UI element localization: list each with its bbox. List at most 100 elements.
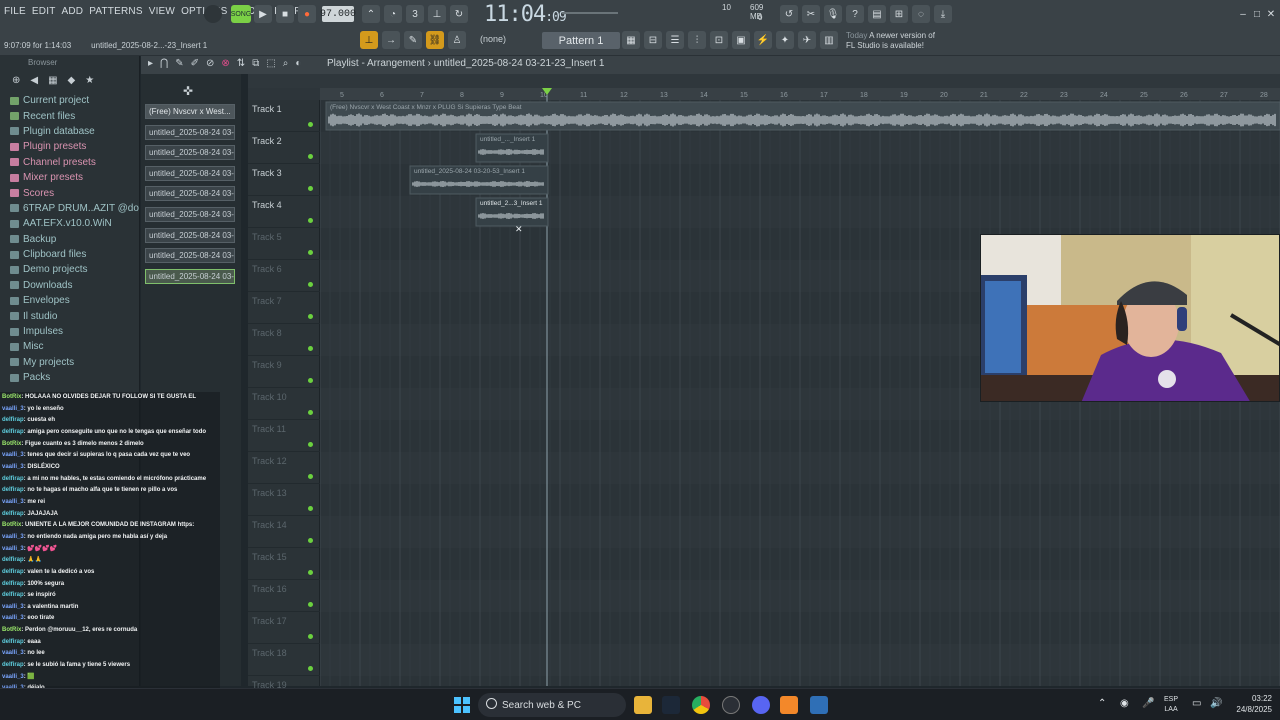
- step-edit-icon[interactable]: ⊥: [428, 5, 446, 23]
- browser-folder[interactable]: My projects: [10, 355, 139, 370]
- track-enable-led[interactable]: [308, 250, 313, 255]
- picker-clip[interactable]: untitled_2025-08-24 03-...: [145, 227, 235, 243]
- picker-clip[interactable]: untitled_2025-08-24 03-...: [145, 145, 235, 161]
- track-header[interactable]: Track 1: [248, 100, 320, 132]
- track-enable-led[interactable]: [308, 410, 313, 415]
- pattern-selector[interactable]: Pattern 1: [542, 32, 620, 49]
- collapse-icon[interactable]: ◀: [30, 75, 38, 86]
- picker-clip[interactable]: untitled_2025-08-24 03-...: [145, 268, 235, 284]
- track-header[interactable]: Track 12: [248, 452, 320, 484]
- pitch-slider[interactable]: [562, 12, 618, 14]
- chrome-icon[interactable]: [692, 696, 710, 714]
- tools-icon[interactable]: ✦: [776, 31, 794, 49]
- zoom-icon[interactable]: ⌕: [283, 58, 289, 69]
- track-enable-led[interactable]: [308, 474, 313, 479]
- taskbar-clock[interactable]: 03:22 24/8/2025: [1236, 693, 1272, 715]
- track-enable-led[interactable]: [308, 186, 313, 191]
- tempo-tapper-icon[interactable]: ✈: [798, 31, 816, 49]
- track-header[interactable]: Track 8: [248, 324, 320, 356]
- track-header[interactable]: Track 11: [248, 420, 320, 452]
- track-header[interactable]: Track 18: [248, 644, 320, 676]
- news-icon[interactable]: ▥: [820, 31, 838, 49]
- menu-add[interactable]: ADD: [62, 6, 84, 17]
- loop-record-icon[interactable]: ↻: [450, 5, 468, 23]
- browser-folder[interactable]: Packs: [10, 370, 139, 385]
- plugin-icon[interactable]: ▣: [732, 31, 750, 49]
- track-header[interactable]: Track 13: [248, 484, 320, 516]
- track-enable-led[interactable]: [308, 506, 313, 511]
- microphone-icon[interactable]: 🎙: [824, 5, 842, 23]
- picker-clip[interactable]: (Free) Nvscvr x West...: [145, 104, 235, 119]
- browser-folder[interactable]: Misc: [10, 339, 139, 354]
- browser-folder[interactable]: Current project: [10, 93, 139, 108]
- view-icon[interactable]: ▦: [48, 75, 57, 86]
- menu-file[interactable]: FILE: [4, 6, 26, 17]
- track-header[interactable]: Track 7: [248, 292, 320, 324]
- browser-icon[interactable]: ⊡: [710, 31, 728, 49]
- volume-icon[interactable]: 🔊: [1210, 698, 1222, 709]
- track-enable-led[interactable]: [308, 122, 313, 127]
- playlist-overview[interactable]: [248, 74, 1280, 88]
- picker-clip[interactable]: untitled_2025-08-24 03-...: [145, 165, 235, 181]
- browser-folder[interactable]: Il studio: [10, 308, 139, 323]
- news-panel[interactable]: Today A newer version of FL Studio is av…: [846, 31, 935, 51]
- magnet-icon[interactable]: ⋂: [160, 58, 168, 69]
- audio-clip[interactable]: (Free) Nvscvr x West Coast x Mnzr x PLUG…: [325, 101, 1280, 131]
- track-header[interactable]: Track 16: [248, 580, 320, 612]
- arrow-right-icon[interactable]: →: [382, 31, 400, 49]
- mixer-icon[interactable]: ⫶: [688, 31, 706, 49]
- metronome-icon[interactable]: ⌃: [362, 5, 380, 23]
- browser-folder[interactable]: Scores: [10, 185, 139, 200]
- browser-folder[interactable]: Plugin database: [10, 124, 139, 139]
- select-icon[interactable]: ⬚: [266, 58, 275, 69]
- track-header[interactable]: Track 17: [248, 612, 320, 644]
- stamp-icon[interactable]: ♙: [448, 31, 466, 49]
- song-mode-toggle[interactable]: SONG: [231, 5, 251, 23]
- slip-icon[interactable]: ⇅: [237, 58, 245, 69]
- track-header[interactable]: Track 9: [248, 356, 320, 388]
- channel-rack-icon[interactable]: ☰: [666, 31, 684, 49]
- midi-icon[interactable]: ⊞: [890, 5, 908, 23]
- draw-icon[interactable]: ✎: [175, 58, 183, 69]
- stop-icon[interactable]: ■: [276, 5, 294, 23]
- browser-folder[interactable]: 6TRAP DRUM..AZIT @dopekit: [10, 201, 139, 216]
- star-icon[interactable]: ★: [85, 75, 94, 86]
- maximize-icon[interactable]: □: [1250, 5, 1264, 23]
- track-enable-led[interactable]: [308, 666, 313, 671]
- notepad-icon[interactable]: [810, 696, 828, 714]
- snap-select[interactable]: (none): [480, 34, 506, 44]
- browser-folder[interactable]: Plugin presets: [10, 139, 139, 154]
- wait-input-icon[interactable]: ◔: [384, 5, 402, 23]
- playlist-icon[interactable]: ▦: [622, 31, 640, 49]
- browser-folder[interactable]: Recent files: [10, 108, 139, 123]
- fl-studio-icon[interactable]: [780, 696, 798, 714]
- language-indicator[interactable]: ESP LAA: [1164, 695, 1178, 715]
- track-header[interactable]: Track 10: [248, 388, 320, 420]
- track-header[interactable]: Track 4: [248, 196, 320, 228]
- snap-icon[interactable]: ◆: [68, 75, 76, 86]
- record-icon[interactable]: ●: [298, 5, 316, 23]
- tempo-display[interactable]: 97.000: [320, 6, 356, 22]
- picker-clip[interactable]: untitled_2025-08-24 03-...: [145, 186, 235, 202]
- delete-icon[interactable]: ⊘: [206, 58, 214, 69]
- windows-start-icon[interactable]: [454, 697, 470, 713]
- track-header[interactable]: Track 6: [248, 260, 320, 292]
- chat-icon[interactable]: ◌: [912, 5, 930, 23]
- tray-app-icon[interactable]: ◉: [1120, 698, 1129, 709]
- browser-folder[interactable]: Channel presets: [10, 155, 139, 170]
- picker-clip[interactable]: untitled_2025-08-24 03-...: [145, 207, 235, 222]
- track-enable-led[interactable]: [308, 378, 313, 383]
- track-enable-led[interactable]: [308, 314, 313, 319]
- track-header[interactable]: Track 14: [248, 516, 320, 548]
- menu-edit[interactable]: EDIT: [32, 6, 56, 17]
- picker-clip[interactable]: untitled_2025-08-24 03-...: [145, 124, 235, 140]
- discord-icon[interactable]: [752, 696, 770, 714]
- menu-patterns[interactable]: PATTERNS: [89, 6, 142, 17]
- track-enable-led[interactable]: [308, 218, 313, 223]
- track-enable-led[interactable]: [308, 346, 313, 351]
- master-volume-knob[interactable]: [204, 5, 222, 23]
- countdown-icon[interactable]: 3: [406, 5, 424, 23]
- track-enable-led[interactable]: [308, 154, 313, 159]
- track-header[interactable]: Track 3: [248, 164, 320, 196]
- playback-icon[interactable]: ◐: [295, 58, 301, 69]
